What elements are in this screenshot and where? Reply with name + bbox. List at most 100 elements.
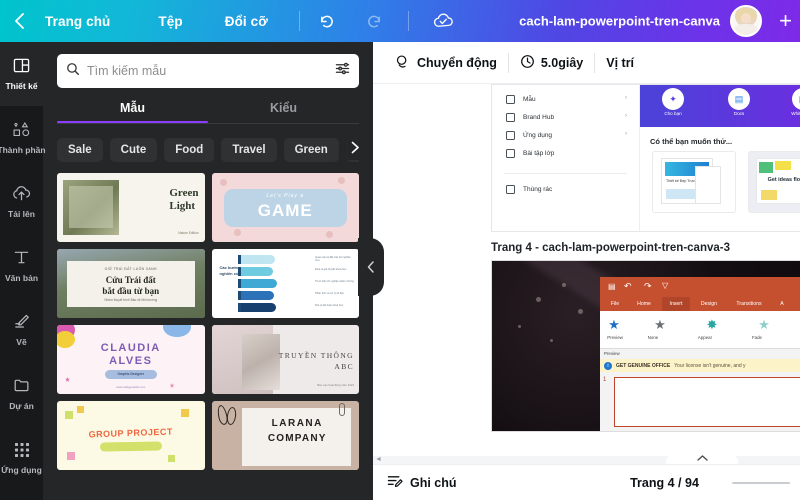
back-icon[interactable]	[8, 8, 30, 34]
animation-icon	[396, 54, 411, 72]
step-desc: Đưa ra giả thuyết khoa học	[315, 268, 347, 271]
tab-styles[interactable]: Kiểu	[208, 101, 359, 123]
sidebar-item-apps[interactable]: Ứng dụng	[0, 426, 43, 490]
chip-sale[interactable]: Sale	[57, 138, 103, 162]
search-bar[interactable]	[57, 54, 359, 88]
template-art-inner	[69, 186, 113, 228]
chevron-right-icon: ›	[625, 113, 627, 119]
effect-fade-icon: ★	[758, 317, 770, 332]
redo-icon[interactable]	[360, 6, 390, 36]
template-title: GROUP PROJECT	[88, 426, 174, 440]
menu-item-file[interactable]: Tệp	[149, 10, 191, 33]
menu-item-home[interactable]: Trang chủ	[36, 10, 119, 33]
template-title: Green Light	[169, 187, 199, 212]
template-card-group-project[interactable]: GROUP PROJECT	[57, 401, 205, 470]
duration-button[interactable]: 5.0giây	[509, 49, 594, 77]
sidebar-item-label: Thiết kế	[5, 81, 38, 92]
template-title: CLAUDIA	[100, 342, 161, 354]
step-desc: Thực hiện thí nghiệm kiểm chứng	[315, 280, 354, 283]
template-card-claudia-alves[interactable]: CLAUDIA ALVES Graphic Designer www.reall…	[57, 325, 205, 394]
template-card-nghien-cuu[interactable]: Các bước nghiên cứu Quan sát và đặt câu h…	[211, 249, 359, 318]
present-icon: ▽	[662, 281, 669, 290]
template-title: GAME	[257, 201, 313, 220]
template-card-larana-company[interactable]: LARANA COMPANY	[211, 401, 359, 470]
panel-collapse-button[interactable]	[358, 238, 384, 296]
chip-travel[interactable]: Travel	[221, 138, 277, 162]
notes-icon	[387, 474, 403, 492]
template-title-2: ALVES	[109, 355, 153, 367]
app-header: Trang chủ Tệp Đổi cỡ cach-lam-powerpoint…	[0, 0, 800, 42]
sidebar-item-elements[interactable]: Thành phần	[0, 106, 46, 170]
chevron-right-icon[interactable]	[337, 134, 359, 160]
document-title[interactable]: cach-lam-powerpoint-tren-canva	[519, 14, 720, 29]
active-tab-indicator	[57, 120, 208, 123]
ppt-tab-design: Design	[700, 301, 718, 307]
template-card-truyen-thong-abc[interactable]: TRUYỀN THÔNG ABC Báo cáo hoạt động năm 2…	[211, 325, 359, 394]
layout-icon	[13, 57, 30, 79]
search-input[interactable]	[87, 64, 328, 78]
sidebar-item-draw[interactable]: Vẽ	[0, 298, 43, 362]
step-desc: Phân tích và xử lý số liệu	[315, 292, 344, 295]
slide3-card: Thiết kế Đẹp Trực quan	[652, 151, 736, 213]
template-title-2: COMPANY	[267, 433, 327, 444]
ppt-title-bar: ▤ ↶ ↷ ▽	[600, 277, 800, 297]
slide-3-canvas[interactable]: Mẫu › Brand Hub › Ứng dụng › Bài tập lớp…	[491, 84, 800, 232]
briefcase-icon	[506, 113, 515, 122]
ppt-effect-label: Fade	[751, 335, 762, 340]
avatar[interactable]	[730, 5, 762, 37]
upload-cloud-icon	[12, 185, 31, 207]
template-icon	[506, 95, 515, 104]
canvas-scroll-area[interactable]: Mẫu › Brand Hub › Ứng dụng › Bài tập lớp…	[373, 84, 800, 464]
animation-label: Chuyển động	[417, 55, 497, 70]
position-button[interactable]: Vị trí	[595, 51, 645, 75]
sidebar-item-text[interactable]: Văn bản	[0, 234, 43, 298]
chip-cute[interactable]: Cute	[109, 138, 158, 162]
chevron-right-icon: ›	[625, 95, 627, 101]
slide-4-canvas[interactable]: ▤ ↶ ↷ ▽ File Home Insert Design Transiti…	[491, 260, 800, 432]
sidebar-item-label: Thành phần	[0, 145, 46, 156]
sidebar-item-projects[interactable]: Dự án	[0, 362, 43, 426]
menu-item-resize[interactable]: Đổi cỡ	[216, 10, 277, 33]
chip-green[interactable]: Green	[283, 138, 339, 162]
chip-food[interactable]: Food	[164, 138, 215, 162]
ppt-license-banner: i GET GENUINE OFFICE Your license isn't …	[600, 359, 800, 372]
animation-button[interactable]: Chuyển động	[385, 49, 508, 77]
sidebar-item-label: Dự án	[9, 401, 34, 412]
slide3-card-label: Get ideas flowing	[767, 177, 800, 183]
sliders-icon[interactable]	[335, 61, 350, 81]
slide3-sidebar: Mẫu › Brand Hub › Ứng dụng › Bài tập lớp…	[492, 85, 640, 231]
sidebar-item-uploads[interactable]: Tải lên	[0, 170, 43, 234]
template-card-green-light[interactable]: Green Light Nature Edition	[57, 173, 205, 242]
folder-icon	[13, 377, 31, 399]
chevron-right-icon: ›	[625, 131, 627, 137]
template-sub: Báo cáo hoạt động năm 2024	[317, 383, 354, 387]
ppt-tab-transitions: Transitions	[736, 301, 762, 307]
slide3-nav-label: Whiteboard	[791, 111, 800, 116]
template-title-2: ABC	[334, 362, 354, 371]
sidebar-item-label: Tải lên	[8, 209, 35, 220]
template-card-overlay: GIỮ TRÁI ĐẤT LUÔN XANH Cứu Trái đất bắt đ…	[67, 261, 195, 307]
cloud-check-icon[interactable]	[429, 6, 459, 36]
template-pill-label: Graphic Designer	[117, 372, 145, 376]
undo-icon: ↶	[624, 281, 632, 291]
slide3-menu-item: Bài tập lớp	[506, 149, 554, 158]
chevron-left-icon[interactable]: ◄	[375, 456, 382, 463]
slide3-tip-title: Có thể bạn muốn thử...	[650, 137, 733, 146]
notes-label: Ghi chú	[410, 475, 457, 490]
zoom-slider[interactable]	[732, 481, 790, 484]
save-icon: ▤	[608, 282, 616, 291]
effect-appear-icon: ✸	[706, 317, 718, 332]
notes-button[interactable]: Ghi chú	[387, 474, 457, 492]
add-collaborator-button[interactable]: +	[779, 10, 792, 32]
undo-icon[interactable]	[312, 6, 342, 36]
ppt-effect-label: Appear	[697, 335, 713, 340]
clock-icon	[520, 54, 535, 72]
template-card-cuu-trai-dat[interactable]: GIỮ TRÁI ĐẤT LUÔN XANH Cứu Trái đất bắt đ…	[57, 249, 205, 318]
sidebar-item-design[interactable]: Thiết kế	[0, 42, 43, 106]
tab-templates[interactable]: Mẫu	[57, 101, 208, 123]
template-card-game[interactable]: Let's Play a GAME	[211, 173, 359, 242]
sidebar-item-label: Văn bản	[4, 273, 39, 284]
sidebar-item-label: Vẽ	[16, 337, 27, 348]
slide3-menu-item: Thùng rác	[506, 185, 552, 194]
slide3-nav-label: Docs	[733, 111, 745, 116]
